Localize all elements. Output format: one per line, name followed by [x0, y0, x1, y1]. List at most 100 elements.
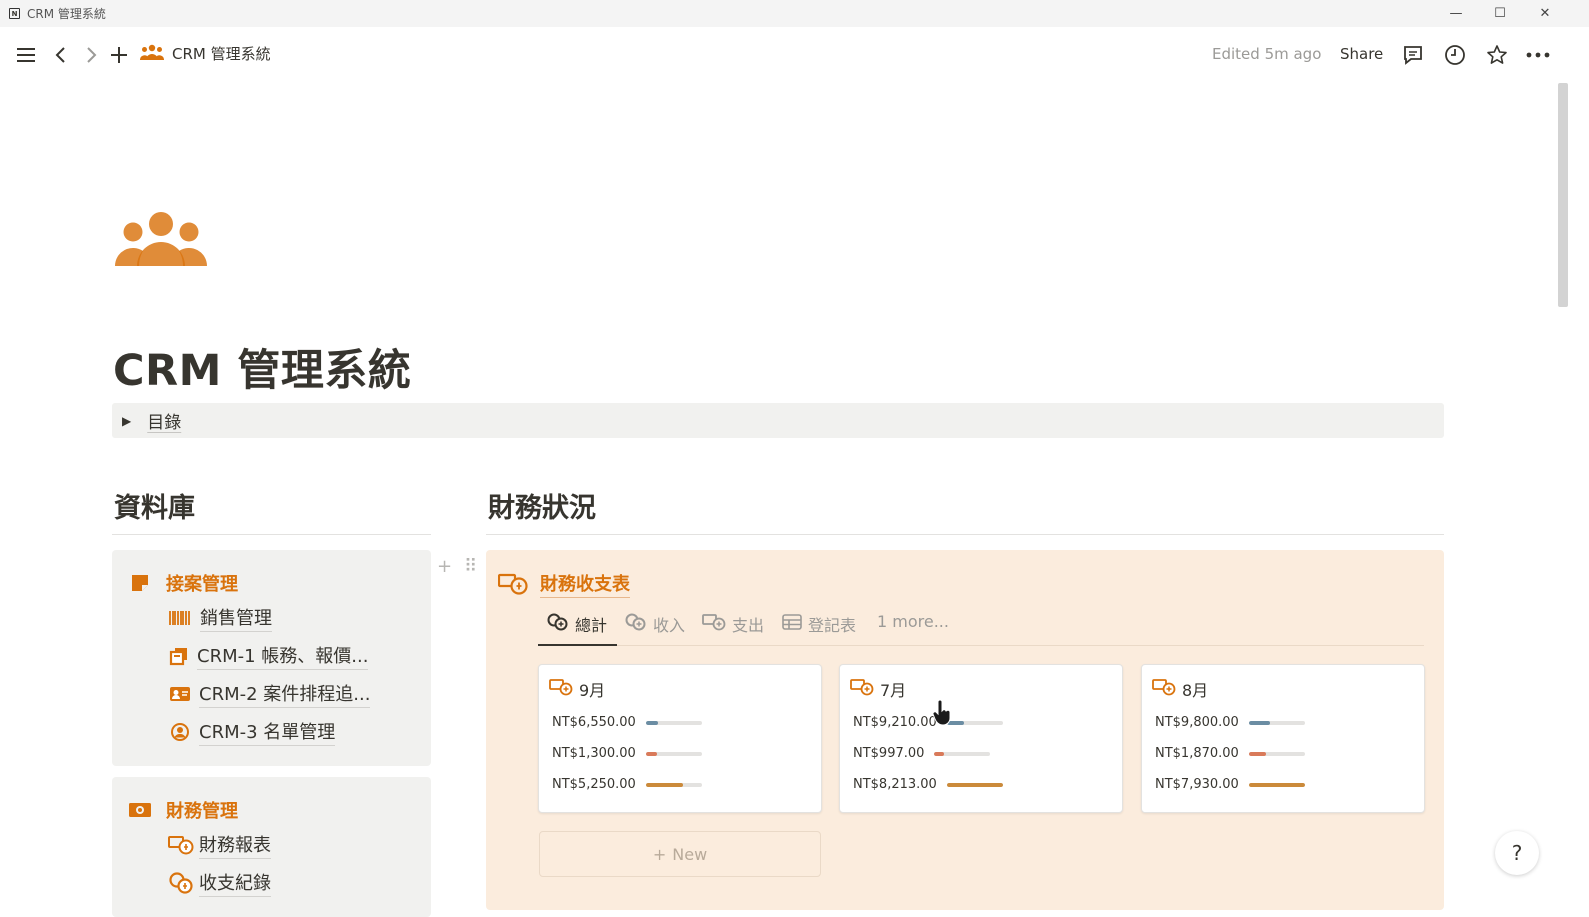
table-icon	[782, 614, 802, 634]
progress-bar	[645, 751, 702, 756]
card-title-label: 8月	[1182, 681, 1209, 700]
card-row: NT$1,300.00	[552, 746, 702, 761]
progress-bar	[1248, 782, 1305, 787]
copy-icon	[168, 646, 190, 666]
card-title[interactable]: 9月	[549, 677, 605, 701]
card-title-label: 7月	[880, 681, 907, 700]
tab-label: 登記表	[808, 616, 857, 635]
link-income-expense-records[interactable]: 收支紀錄	[168, 869, 271, 897]
tab-label: 1 more...	[877, 612, 949, 631]
link-label: CRM-3 名單管理	[199, 718, 336, 746]
row-value: NT$8,213.00	[853, 777, 937, 792]
add-block-icon[interactable]: +	[437, 556, 452, 577]
clock-icon[interactable]	[1441, 41, 1469, 69]
card-row: NT$5,250.00	[552, 777, 702, 792]
toc-label[interactable]: 目錄	[147, 408, 181, 433]
view-tabs: 總計 收入 支出 登記表 1 more...	[538, 608, 1424, 646]
card-title[interactable]: 7月	[850, 677, 906, 701]
card-row: NT$1,870.00	[1155, 746, 1305, 761]
star-icon[interactable]	[1483, 41, 1511, 69]
progress-fill	[934, 751, 944, 756]
money-exchange-icon	[850, 678, 874, 700]
toc-toggle[interactable]: ▶ 目錄	[112, 403, 1444, 438]
progress-bar	[1248, 751, 1305, 756]
forward-arrow-icon[interactable]	[77, 41, 105, 69]
card-title[interactable]: 8月	[1152, 677, 1208, 701]
progress-bar	[645, 720, 702, 725]
menu-icon[interactable]	[12, 41, 40, 69]
card-row: NT$7,930.00	[1155, 777, 1305, 792]
breadcrumb-label: CRM 管理系統	[172, 45, 271, 63]
month-card[interactable]: 9月 NT$6,550.00 NT$1,300.00 NT$5,250.00	[538, 664, 822, 813]
category-case-management[interactable]: 接案管理	[128, 570, 238, 596]
tab-income[interactable]: 收入	[625, 612, 685, 636]
hand-cursor-icon	[932, 699, 952, 726]
id-card-icon	[168, 686, 192, 702]
progress-fill	[946, 782, 1003, 787]
card-title-label: 9月	[579, 681, 606, 700]
drag-handle-icon[interactable]: ⠿	[464, 556, 477, 577]
progress-bar	[1248, 720, 1305, 725]
tab-label: 支出	[732, 616, 765, 635]
tab-label: 收入	[653, 616, 686, 635]
share-button[interactable]: Share	[1340, 45, 1383, 63]
page-people-icon[interactable]	[114, 210, 210, 270]
row-value: NT$6,550.00	[552, 715, 636, 730]
link-finance-report[interactable]: 財務報表	[168, 831, 271, 859]
cash-icon	[128, 802, 152, 818]
active-tab-indicator	[538, 644, 617, 646]
toggle-arrow-icon[interactable]: ▶	[122, 414, 131, 428]
category-finance-management[interactable]: 財務管理	[128, 797, 238, 823]
month-card[interactable]: 7月 NT$9,210.00 NT$997.00 NT$8,213.00	[839, 664, 1123, 813]
row-value: NT$997.00	[853, 746, 925, 761]
coins-icon	[547, 613, 569, 635]
database-title-label: 財務收支表	[540, 570, 630, 598]
progress-fill	[1248, 720, 1270, 725]
row-value: NT$5,250.00	[552, 777, 636, 792]
row-value: NT$9,210.00	[853, 715, 937, 730]
coins-icon	[625, 613, 647, 635]
progress-fill	[1248, 751, 1266, 756]
progress-bar	[934, 751, 991, 756]
plus-icon: +	[652, 844, 667, 864]
tab-expense[interactable]: 支出	[702, 612, 764, 636]
more-options-icon[interactable]	[1524, 41, 1552, 69]
page-title[interactable]: CRM 管理系統	[113, 336, 411, 398]
add-page-icon[interactable]	[105, 41, 133, 69]
close-button[interactable]: ✕	[1523, 0, 1567, 27]
comment-icon[interactable]	[1399, 41, 1427, 69]
help-label: ?	[1511, 841, 1523, 865]
row-value: NT$9,800.00	[1155, 715, 1239, 730]
card-row: NT$9,210.00	[853, 715, 1003, 730]
maximize-button[interactable]: ☐	[1478, 0, 1522, 27]
link-crm-1[interactable]: CRM-1 帳務、報價...	[168, 642, 369, 670]
card-row: NT$8,213.00	[853, 777, 1003, 792]
category-label: 接案管理	[166, 574, 238, 595]
link-sales-management[interactable]: 銷售管理	[168, 604, 272, 632]
tab-register[interactable]: 登記表	[782, 612, 856, 636]
new-card-button[interactable]: + New	[539, 831, 821, 877]
window-title: CRM 管理系統	[27, 7, 106, 21]
left-divider	[112, 534, 431, 535]
block-handles[interactable]: + ⠿	[437, 556, 477, 577]
link-crm-2[interactable]: CRM-2 案件排程追...	[168, 680, 371, 708]
card-row: NT$9,800.00	[1155, 715, 1305, 730]
back-arrow-icon[interactable]	[47, 41, 75, 69]
link-crm-3[interactable]: CRM-3 名單管理	[168, 718, 336, 746]
tab-total[interactable]: 總計	[547, 612, 607, 636]
page-topbar: CRM 管理系統 Edited 5m ago Share	[0, 27, 1589, 83]
link-label: 收支紀錄	[199, 869, 271, 897]
edited-status: Edited 5m ago	[1212, 45, 1322, 63]
help-button[interactable]: ?	[1495, 831, 1539, 875]
progress-fill	[645, 751, 658, 756]
progress-bar	[946, 720, 1003, 725]
month-card[interactable]: 8月 NT$9,800.00 NT$1,870.00 NT$7,930.00	[1141, 664, 1425, 813]
tab-more[interactable]: 1 more...	[877, 612, 949, 631]
breadcrumb[interactable]: CRM 管理系統	[139, 43, 271, 64]
finance-database-title[interactable]: 財務收支表	[498, 570, 630, 598]
progress-fill	[645, 782, 683, 787]
minimize-button[interactable]: —	[1434, 0, 1478, 27]
scrollbar-thumb[interactable]	[1558, 83, 1568, 307]
new-label: New	[672, 844, 708, 864]
link-label: CRM-1 帳務、報價...	[197, 642, 369, 670]
